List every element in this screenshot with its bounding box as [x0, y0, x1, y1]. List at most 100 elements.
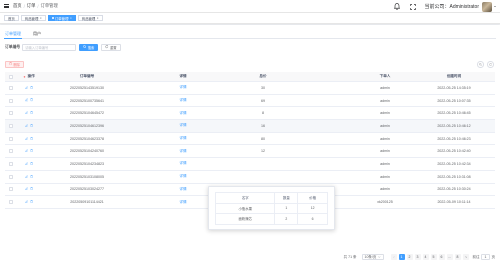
order-number: 20220525103024277: [70, 187, 104, 192]
detail-link[interactable]: 详情: [133, 174, 233, 179]
tag-home[interactable]: 首页: [4, 14, 19, 22]
hamburger-icon[interactable]: [0, 0, 13, 13]
detail-price: 12: [297, 202, 328, 214]
search-icon: [83, 45, 87, 49]
table-row: 20220525143519130 详情 30 admin 2022-05-25 14:…: [5, 82, 495, 95]
edit-icon[interactable]: [25, 124, 28, 128]
row-checkbox[interactable]: [9, 98, 13, 103]
order-detail-popover: 名字 数量 价格 小瓶水果 1 12 面粉辣芯 2 6: [208, 186, 335, 230]
tab-order-management[interactable]: 订单管理: [4, 29, 22, 39]
detail-link[interactable]: 详情: [133, 85, 233, 90]
edit-icon[interactable]: [25, 86, 28, 90]
order-user: admin: [380, 123, 390, 128]
pagination-total: 共 71 条: [343, 254, 357, 259]
tag-goods-management-2[interactable]: 商品管理 ×: [77, 14, 103, 22]
page-button[interactable]: 1: [398, 254, 405, 260]
detail-link[interactable]: 详情: [133, 149, 233, 154]
tag-order-management[interactable]: 订单管理 ×: [47, 14, 76, 22]
select-all-checkbox[interactable]: [9, 74, 13, 79]
tags-view: 首页 商品管理 × 订单管理 × 商品管理 ×: [0, 13, 500, 24]
column-header-total: 总价: [259, 74, 267, 78]
search-button[interactable]: 搜索: [79, 44, 99, 51]
page-list: 1 2 3 4 5 6... 8: [397, 254, 461, 260]
page-size-select[interactable]: 10条/页: [361, 254, 384, 260]
delete-icon[interactable]: [30, 85, 33, 90]
order-number: 20220525143519130: [70, 85, 104, 90]
page-ellipsis[interactable]: ...: [446, 254, 453, 260]
top-navbar: 首页 / 订单 / 订单管理 当前公司：Administrator: [0, 0, 500, 13]
delete-icon[interactable]: [30, 149, 33, 153]
order-created: 2022-05-25 10:30:24: [437, 187, 471, 192]
company-label: 当前公司：Administrator: [424, 4, 479, 10]
fullscreen-icon[interactable]: [409, 2, 418, 11]
tag-goods-management[interactable]: 商品管理 ×: [20, 14, 46, 22]
reset-button[interactable]: 重置: [101, 44, 121, 51]
tab-user[interactable]: 用户: [32, 29, 42, 39]
active-dot-icon: [51, 17, 54, 19]
row-checkbox[interactable]: [9, 85, 13, 90]
order-number-input[interactable]: [22, 44, 77, 51]
pagination: 共 71 条 10条/页 1 2 3 4 5 6... 8 前往 1 页: [0, 253, 500, 261]
table-row: 20220525103108005 详情 admin 2022-05-25 10:31…: [5, 171, 495, 184]
delete-icon[interactable]: [30, 136, 33, 141]
delete-icon[interactable]: [30, 187, 33, 191]
close-icon[interactable]: ×: [70, 16, 72, 20]
goto-page-input[interactable]: 1: [481, 254, 490, 260]
breadcrumb-home[interactable]: 首页: [13, 3, 22, 9]
detail-name: 小瓶水果: [214, 202, 276, 214]
avatar[interactable]: [482, 1, 492, 12]
row-checkbox[interactable]: [9, 200, 13, 205]
close-icon[interactable]: ×: [97, 16, 99, 20]
detail-link[interactable]: 详情: [133, 123, 233, 128]
breadcrumb-order[interactable]: 订单: [27, 3, 36, 9]
refresh-icon[interactable]: [487, 61, 494, 68]
edit-icon[interactable]: [25, 111, 28, 115]
edit-icon[interactable]: [25, 162, 28, 166]
page-button[interactable]: 5: [430, 254, 437, 260]
edit-icon[interactable]: [25, 136, 28, 141]
order-user: xk200125: [377, 200, 393, 205]
delete-icon[interactable]: [30, 200, 33, 204]
row-checkbox[interactable]: [9, 161, 13, 166]
edit-icon[interactable]: [25, 149, 28, 153]
edit-icon[interactable]: [25, 98, 28, 102]
detail-row: 小瓶水果 1 12: [214, 202, 328, 214]
page-button[interactable]: 8: [454, 254, 461, 260]
order-number: 20220525104240760: [70, 149, 104, 154]
detail-link[interactable]: 详情: [133, 136, 233, 141]
refresh-icon: [105, 45, 109, 49]
close-icon[interactable]: ×: [40, 16, 42, 20]
edit-icon[interactable]: [25, 200, 28, 204]
row-checkbox[interactable]: [9, 123, 13, 128]
order-number: 20220525104623378: [70, 136, 104, 141]
delete-icon[interactable]: [30, 162, 33, 166]
caret-down-icon[interactable]: [494, 6, 496, 7]
delete-icon[interactable]: [30, 123, 33, 128]
search-toggle-icon[interactable]: [477, 61, 484, 68]
detail-link[interactable]: 详情: [133, 111, 233, 116]
page-button[interactable]: 6: [438, 254, 445, 260]
row-checkbox[interactable]: [9, 174, 13, 179]
detail-table: 名字 数量 价格 小瓶水果 1 12 面粉辣芯 2 6: [214, 192, 328, 225]
row-checkbox[interactable]: [9, 111, 13, 116]
delete-icon[interactable]: [30, 98, 33, 102]
edit-icon[interactable]: [25, 174, 28, 179]
order-total: 69: [261, 98, 265, 103]
row-checkbox[interactable]: [9, 187, 13, 192]
delete-button[interactable]: 删除: [5, 61, 24, 68]
delete-icon[interactable]: [30, 111, 33, 115]
table-header: ● 操作 订单编号 详情 总价 下单人 创建时间: [5, 72, 495, 82]
order-created: 2022-05-25 10:42:40: [437, 149, 471, 154]
page-button[interactable]: 4: [422, 254, 429, 260]
detail-link[interactable]: 详情: [133, 161, 233, 166]
delete-icon[interactable]: [30, 174, 33, 179]
bell-icon[interactable]: [393, 2, 402, 11]
page-button[interactable]: 3: [414, 254, 421, 260]
next-page-button[interactable]: [462, 254, 469, 260]
row-checkbox[interactable]: [9, 149, 13, 154]
edit-icon[interactable]: [25, 187, 28, 191]
detail-link[interactable]: 详情: [133, 98, 233, 103]
row-checkbox[interactable]: [9, 136, 13, 141]
page-button[interactable]: 2: [406, 254, 413, 260]
column-header-actions: ● 操作: [23, 74, 35, 79]
